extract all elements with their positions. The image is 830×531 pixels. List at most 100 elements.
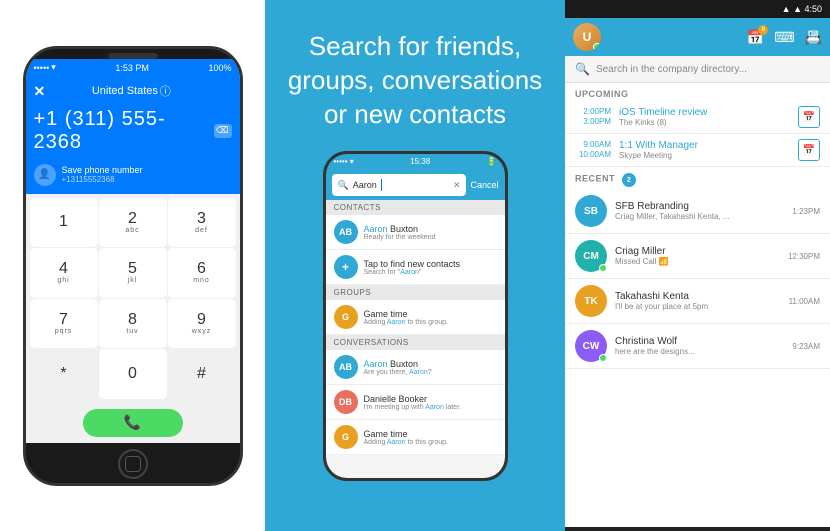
home-button[interactable]: [118, 449, 148, 479]
contact-text-aaron: Aaron Buxton Ready for the weekend: [364, 224, 497, 241]
group-avatar-game: G: [334, 305, 358, 329]
mid-search-bar: 🔍 Aaron ✕ Cancel: [326, 170, 505, 200]
keypad: 1 2 abc 3 def 4 ghi 5 jkl: [26, 194, 240, 403]
save-sub: +13115552368: [62, 175, 143, 184]
recent-info-sfb: SFB Rebranding Criag Miller, Takahashi K…: [615, 201, 784, 221]
calendar-entry-icon-1: 📅: [798, 106, 820, 128]
key-hash[interactable]: #: [168, 349, 236, 399]
recent-time-takahashi: 11:00AM: [789, 297, 820, 306]
online-indicator: [593, 43, 601, 51]
save-avatar: 👤: [34, 164, 56, 186]
conv-item-danielle[interactable]: DB Danielle Booker I'm meeting up with A…: [326, 385, 505, 420]
key-0[interactable]: 0: [99, 349, 167, 399]
status-time: 1:53 PM: [115, 63, 149, 73]
recent-item-criag[interactable]: CM Criag Miller Missed Call 📶 12:30PM: [565, 234, 830, 279]
group-item-game[interactable]: G Game time Adding Aaron to this group.: [326, 300, 505, 335]
contacts-section-header: Contacts: [326, 200, 505, 215]
company-search-bar[interactable]: 🔍 Search in the company directory...: [565, 56, 830, 83]
find-contacts-text: Tap to find new contacts Search for "Aar…: [364, 259, 497, 276]
status-left: ••••• ▾: [34, 62, 56, 73]
mid-time: 15:38: [410, 157, 430, 167]
conv-text-aaron: Aaron Buxton Are you there, Aaron?: [364, 359, 497, 376]
find-contacts-item[interactable]: + Tap to find new contacts Search for "A…: [326, 250, 505, 285]
conv-item-game[interactable]: G Game time Adding Aaron to this group.: [326, 420, 505, 455]
upcoming-info-1: iOS Timeline review The Kinks (8): [619, 107, 790, 127]
android-status-icons: ▲ ▲ 4:50: [782, 4, 822, 14]
upcoming-time-1: 2:00PM 3:00PM: [575, 107, 611, 128]
calendar-icon[interactable]: 📅 8: [747, 29, 764, 46]
country-selector[interactable]: United States ⓘ: [92, 83, 171, 99]
mid-signal: ••••• ▾: [334, 157, 354, 167]
conversations-section-header: Conversations: [326, 335, 505, 350]
key-4[interactable]: 4 ghi: [30, 248, 98, 298]
recent-badge: 2: [622, 173, 636, 187]
app-header: U 📅 8 ⌨ 📇: [565, 18, 830, 56]
android-status-bar: ▲ ▲ 4:50: [565, 0, 830, 18]
contacts-icon[interactable]: 📇: [805, 29, 822, 46]
battery-status: 100%: [208, 63, 231, 73]
wifi-icon: ▾: [51, 62, 56, 73]
search-cursor: [381, 179, 382, 191]
key-star[interactable]: *: [30, 349, 98, 399]
company-search-input[interactable]: Search in the company directory...: [596, 64, 820, 75]
recent-time-criag: 12:30PM: [788, 252, 820, 261]
conv-item-aaron[interactable]: AB Aaron Buxton Are you there, Aaron?: [326, 350, 505, 385]
key-9[interactable]: 9 wxyz: [168, 299, 236, 349]
upcoming-item-1[interactable]: 2:00PM 3:00PM iOS Timeline review The Ki…: [565, 101, 830, 134]
key-5[interactable]: 5 jkl: [99, 248, 167, 298]
recent-info-christina: Christina Wolf here are the designs...: [615, 336, 784, 356]
save-info: Save phone number +13115552368: [62, 165, 143, 184]
signal-dots: •••••: [34, 63, 50, 73]
phone-frame-left: ••••• ▾ 1:53 PM 100% ✕ United States ⓘ +…: [23, 46, 243, 486]
recent-info-criag: Criag Miller Missed Call 📶: [615, 246, 780, 266]
bottom-bar: [565, 527, 830, 531]
call-button[interactable]: 📞: [83, 409, 183, 437]
recent-time-sfb: 1:23PM: [792, 207, 820, 216]
mid-search-input[interactable]: 🔍 Aaron ✕: [332, 174, 467, 196]
mid-status-bar: ••••• ▾ 15:38 🔋: [326, 154, 505, 170]
recent-time-christina: 9:23AM: [792, 342, 820, 351]
add-contact-icon: +: [334, 255, 358, 279]
upcoming-time-2: 9:00AM 10:00AM: [575, 140, 611, 161]
phone-frame-mid: ••••• ▾ 15:38 🔋 🔍 Aaron ✕ Cancel Contact…: [323, 151, 508, 481]
calendar-entry-icon-2: 📅: [798, 139, 820, 161]
recent-item-takahashi[interactable]: TK Takahashi Kenta I'll be at your place…: [565, 279, 830, 324]
upcoming-section-label: UPCOMING: [565, 83, 830, 101]
group-text-game: Game time Adding Aaron to this group.: [364, 309, 497, 326]
recent-avatar-criag: CM: [575, 240, 607, 272]
key-3[interactable]: 3 def: [168, 198, 236, 248]
contact-item-aaron[interactable]: AB Aaron Buxton Ready for the weekend: [326, 215, 505, 250]
clear-search-icon[interactable]: ✕: [453, 180, 461, 191]
key-6[interactable]: 6 mno: [168, 248, 236, 298]
keypad-icon[interactable]: ⌨: [774, 29, 794, 46]
key-1[interactable]: 1: [30, 198, 98, 248]
key-7[interactable]: 7 pqrs: [30, 299, 98, 349]
dialer-header: ✕ United States ⓘ: [26, 77, 240, 104]
number-display: +1 (311) 555-2368 ⌫: [26, 104, 240, 160]
search-text: Aaron: [353, 180, 377, 190]
cancel-button[interactable]: Cancel: [470, 180, 498, 190]
info-icon: ⓘ: [160, 83, 171, 99]
conv-avatar-game: G: [334, 425, 358, 449]
key-8[interactable]: 8 tuv: [99, 299, 167, 349]
ios-screen: ••••• ▾ 1:53 PM 100% ✕ United States ⓘ +…: [26, 59, 240, 443]
recent-info-takahashi: Takahashi Kenta I'll be at your place at…: [615, 291, 781, 311]
calendar-badge: 8: [758, 25, 768, 35]
upcoming-item-2[interactable]: 9:00AM 10:00AM 1:1 With Manager Skype Me…: [565, 134, 830, 167]
phone-number: +1 (311) 555-2368: [34, 108, 214, 154]
recent-item-sfb[interactable]: SB SFB Rebranding Criag Miller, Takahash…: [565, 189, 830, 234]
christina-online-dot: [599, 354, 607, 362]
groups-section-header: Groups: [326, 285, 505, 300]
left-panel: ••••• ▾ 1:53 PM 100% ✕ United States ⓘ +…: [0, 0, 265, 531]
user-avatar[interactable]: U: [573, 23, 601, 51]
search-icon: 🔍: [338, 180, 349, 191]
criag-online-dot: [599, 264, 607, 272]
close-button[interactable]: ✕: [34, 83, 46, 100]
search-magnifier-icon: 🔍: [575, 62, 590, 76]
recent-item-christina[interactable]: CW Christina Wolf here are the designs..…: [565, 324, 830, 369]
save-number-row[interactable]: 👤 Save phone number +13115552368: [26, 160, 240, 194]
ios-status-bar: ••••• ▾ 1:53 PM 100%: [26, 59, 240, 77]
key-2[interactable]: 2 abc: [99, 198, 167, 248]
conv-avatar-aaron: AB: [334, 355, 358, 379]
delete-button[interactable]: ⌫: [214, 124, 232, 138]
